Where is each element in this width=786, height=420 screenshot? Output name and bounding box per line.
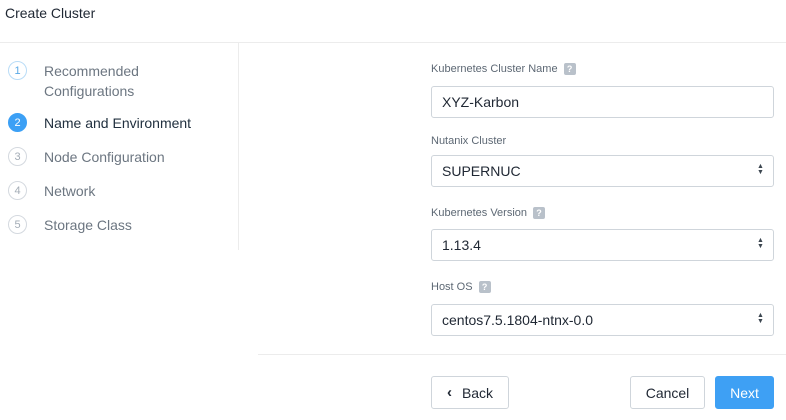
step-storage-class[interactable]: 5 Storage Class <box>8 215 132 235</box>
nutanix-cluster-label: Nutanix Cluster <box>431 135 506 147</box>
host-os-value: centos7.5.1804-ntnx-0.0 <box>442 312 593 328</box>
page-title: Create Cluster <box>5 5 96 21</box>
select-caret-icon: ▲ ▼ <box>757 237 764 250</box>
nutanix-cluster-label-text: Nutanix Cluster <box>431 135 507 147</box>
nutanix-cluster-value: SUPERNUC <box>442 163 521 179</box>
back-button[interactable]: ‹ Back <box>431 376 509 409</box>
sidebar-divider <box>238 43 239 250</box>
chevron-left-icon: ‹ <box>446 383 452 401</box>
back-button-label: Back <box>461 384 494 401</box>
k8s-version-select[interactable]: 1.13.4 ▲ ▼ <box>431 229 774 261</box>
help-icon[interactable]: ? <box>478 281 491 293</box>
k8s-version-label-text: Kubernetes Version <box>431 207 528 219</box>
step-number: 1 <box>8 61 27 80</box>
select-caret-icon: ▲ ▼ <box>757 312 764 325</box>
next-button[interactable]: Next <box>715 376 774 409</box>
step-label: Name and Environment <box>44 115 192 131</box>
cluster-name-label-text: Kubernetes Cluster Name <box>431 63 558 75</box>
step-number: 4 <box>8 181 27 200</box>
select-caret-icon: ▲ ▼ <box>757 163 764 176</box>
host-os-label: Host OS ? <box>431 281 491 293</box>
step-number: 2 <box>8 113 27 132</box>
step-label: Node Configuration <box>44 149 165 165</box>
step-number: 5 <box>8 215 27 234</box>
host-os-label-text: Host OS <box>431 281 473 293</box>
step-recommended-configurations[interactable]: 1 Recommended Configurations <box>8 61 194 101</box>
cluster-name-input[interactable] <box>431 86 774 118</box>
step-network[interactable]: 4 Network <box>8 181 95 201</box>
k8s-version-label: Kubernetes Version ? <box>431 207 546 219</box>
step-label: Network <box>44 183 96 199</box>
cancel-button[interactable]: Cancel <box>630 376 705 409</box>
step-name-and-environment[interactable]: 2 Name and Environment <box>8 113 191 133</box>
cancel-button-label: Cancel <box>645 384 690 401</box>
step-number: 3 <box>8 147 27 166</box>
help-icon[interactable]: ? <box>533 207 546 219</box>
help-icon[interactable]: ? <box>563 63 576 75</box>
cluster-name-label: Kubernetes Cluster Name ? <box>431 63 576 75</box>
k8s-version-value: 1.13.4 <box>442 237 481 253</box>
host-os-select[interactable]: centos7.5.1804-ntnx-0.0 ▲ ▼ <box>431 304 774 336</box>
step-node-configuration[interactable]: 3 Node Configuration <box>8 147 165 167</box>
nutanix-cluster-select[interactable]: SUPERNUC ▲ ▼ <box>431 155 774 187</box>
footer-divider <box>258 354 786 355</box>
next-button-label: Next <box>730 384 759 401</box>
wizard-steps: 1 Recommended Configurations 2 Name and … <box>0 43 238 250</box>
step-label: Storage Class <box>44 217 132 233</box>
step-label: Recommended Configurations <box>44 63 139 99</box>
